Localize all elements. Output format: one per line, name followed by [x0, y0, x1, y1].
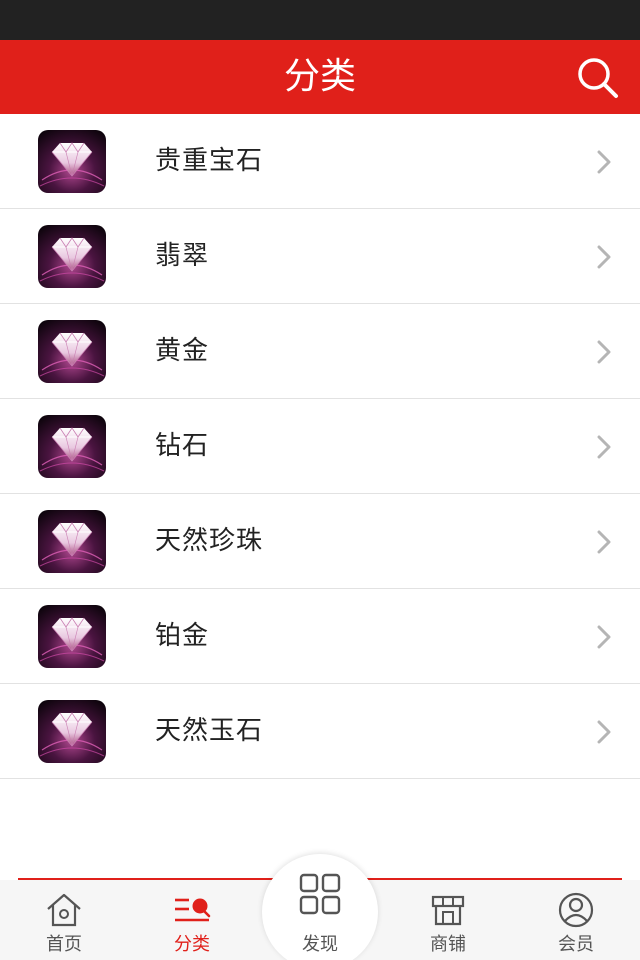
status-bar [0, 0, 640, 40]
tab-home[interactable]: 首页 [0, 880, 128, 960]
tab-discover-label: 发现 [302, 934, 338, 955]
category-label: 黄金 [155, 336, 210, 366]
category-item[interactable]: 铂金 [0, 589, 640, 684]
tab-member-label: 会员 [558, 934, 594, 955]
app-header: 分类 [0, 40, 640, 114]
grid-icon [299, 873, 341, 915]
gem-thumbnail-icon [38, 320, 106, 383]
category-item[interactable]: 天然珍珠 [0, 494, 640, 589]
gem-thumbnail-icon [38, 510, 106, 573]
search-icon [578, 58, 618, 98]
category-item[interactable]: 天然玉石 [0, 684, 640, 779]
category-label: 天然玉石 [155, 716, 264, 746]
category-label: 翡翠 [155, 241, 210, 271]
store-icon [431, 895, 465, 926]
category-label: 贵重宝石 [155, 146, 264, 176]
tab-shop-label: 商铺 [430, 934, 466, 955]
gem-thumbnail-icon [38, 415, 106, 478]
category-item[interactable]: 黄金 [0, 304, 640, 399]
category-label: 铂金 [155, 621, 210, 651]
category-item[interactable]: 钻石 [0, 399, 640, 494]
chevron-right-icon [597, 720, 611, 744]
chevron-right-icon [597, 435, 611, 459]
category-icon [175, 898, 211, 922]
search-button[interactable] [574, 54, 622, 100]
gem-thumbnail-icon [38, 130, 106, 193]
category-list: 贵重宝石 翡翠 黄金 钻石 天然珍珠 铂金 天然玉石 [0, 114, 640, 779]
chevron-right-icon [597, 625, 611, 649]
tab-discover[interactable]: 发现 [262, 854, 378, 960]
gem-thumbnail-icon [38, 225, 106, 288]
tab-member[interactable]: 会员 [512, 880, 640, 960]
tab-shop[interactable]: 商铺 [384, 880, 512, 960]
home-icon [47, 893, 81, 927]
tab-category-label: 分类 [174, 934, 210, 955]
page-title: 分类 [283, 56, 356, 97]
tab-home-label: 首页 [46, 934, 82, 955]
user-icon [558, 892, 594, 928]
tab-category[interactable]: 分类 [128, 880, 256, 960]
chevron-right-icon [597, 340, 611, 364]
category-label: 钻石 [155, 431, 210, 461]
category-item[interactable]: 翡翠 [0, 209, 640, 304]
chevron-right-icon [597, 245, 611, 269]
chevron-right-icon [597, 150, 611, 174]
category-item[interactable]: 贵重宝石 [0, 114, 640, 209]
gem-thumbnail-icon [38, 605, 106, 668]
gem-thumbnail-icon [38, 700, 106, 763]
chevron-right-icon [597, 530, 611, 554]
category-label: 天然珍珠 [155, 526, 264, 556]
